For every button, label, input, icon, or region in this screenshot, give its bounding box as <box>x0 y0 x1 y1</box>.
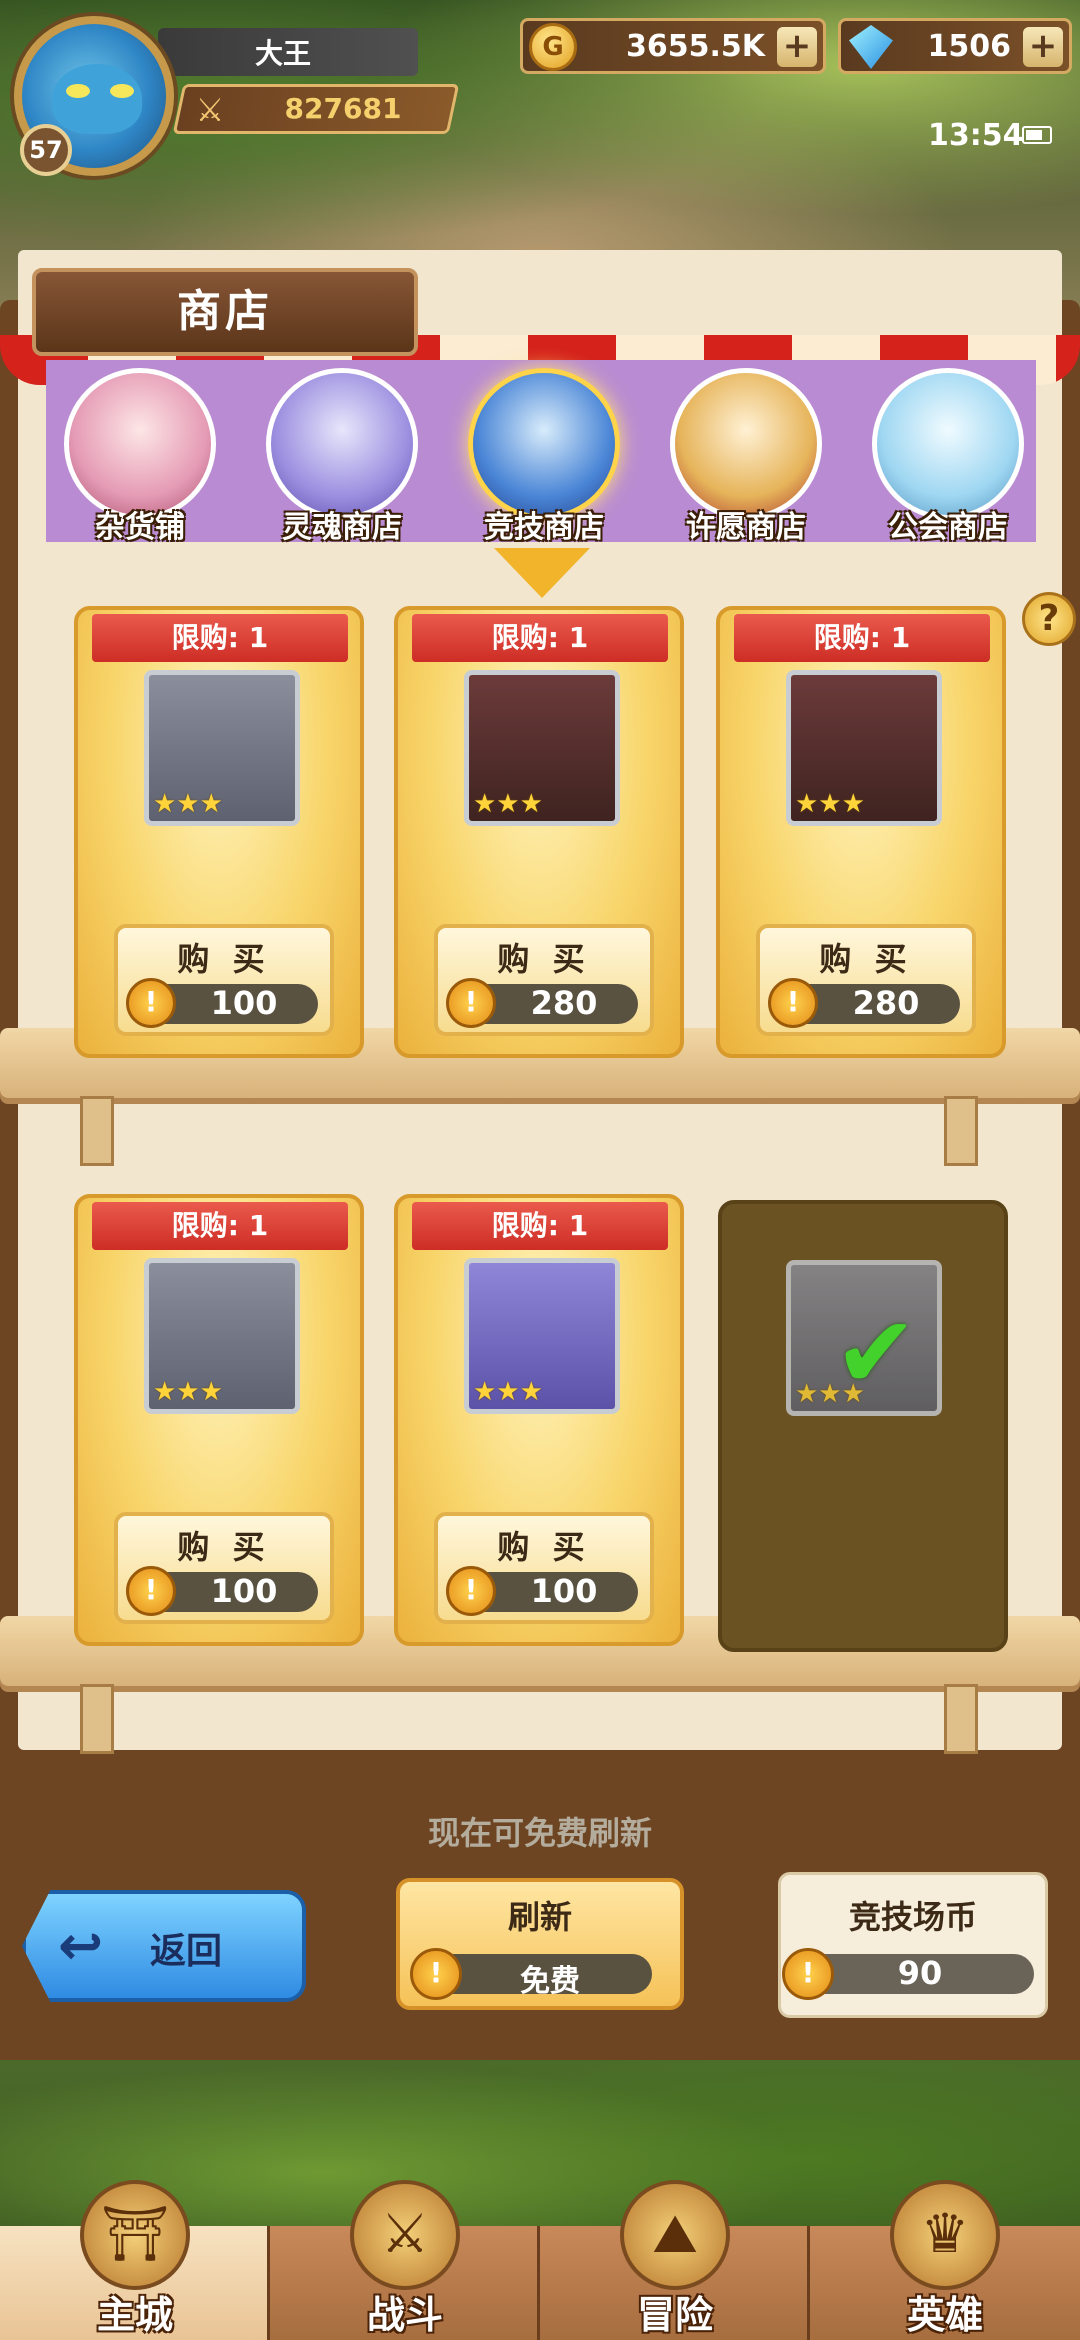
refresh-cost: 免费 <box>520 1964 580 1999</box>
arena-coin-icon: ! <box>126 978 176 1028</box>
tab-soul-shop[interactable]: 灵魂商店 <box>244 362 440 545</box>
crossed-swords-icon: ⚔ <box>195 91 225 129</box>
tab-guild-shop[interactable]: 公会商店 <box>850 362 1046 545</box>
tab-label: 杂货铺 <box>95 510 185 545</box>
arena-coin-icon: ! <box>768 978 818 1028</box>
nav-label: 英雄 <box>906 2293 983 2337</box>
battery-icon <box>1022 126 1052 144</box>
buy-button[interactable]: 购 买 ! 280 <box>756 924 976 1036</box>
back-arrow-icon: ↩ <box>58 1914 104 1977</box>
player-level-badge: 57 <box>20 124 72 176</box>
item-stars: ★★★ <box>153 789 223 819</box>
clock: 13:54 <box>928 118 1024 153</box>
tab-label: 灵魂商店 <box>282 510 402 545</box>
shop-item-card[interactable]: 限购: 1 ★★★ 购 买 ! 100 <box>74 606 364 1058</box>
crossed-swords-icon: ⚔ <box>350 2180 460 2290</box>
buy-button[interactable]: 购 买 ! 100 <box>114 1512 334 1624</box>
player-name: 大王 <box>254 37 311 70</box>
arena-currency-label: 竞技场币 <box>848 1898 977 1936</box>
tab-label: 公会商店 <box>888 510 1008 545</box>
tab-portrait <box>266 368 418 520</box>
item-price: 280 <box>852 984 920 1022</box>
purchase-limit: 限购: 1 <box>412 614 668 662</box>
shop-item-card[interactable]: 限购: 1 ★★★ 购 买 ! 100 <box>394 1194 684 1646</box>
item-price: 100 <box>210 1572 278 1610</box>
buy-button[interactable]: 购 买 ! 100 <box>114 924 334 1036</box>
purchase-limit: 限购: 1 <box>412 1202 668 1250</box>
purchase-limit: 限购: 1 <box>734 614 990 662</box>
tab-wish-shop[interactable]: 许愿商店 <box>648 362 844 545</box>
gauntlets-icon[interactable]: ★★★ <box>144 670 300 826</box>
shop-item-card-sold-out: ★★★ ✔ <box>718 1200 1008 1652</box>
back-button-label: 返回 <box>150 1931 223 1972</box>
shop-title: 商店 <box>32 268 418 356</box>
item-stars: ★★★ <box>473 789 543 819</box>
arena-coin-icon: ! <box>782 1948 834 2000</box>
purchase-limit: 限购: 1 <box>92 1202 348 1250</box>
refresh-button-label: 刷新 <box>507 1898 572 1936</box>
tab-portrait <box>670 368 822 520</box>
item-price: 100 <box>530 1572 598 1610</box>
item-stars: ★★★ <box>153 1377 223 1407</box>
tab-label: 许愿商店 <box>686 510 806 545</box>
hero-emblem-icon: ♛ <box>890 2180 1000 2290</box>
player-card[interactable]: 大王 ⚔ 827681 57 <box>8 6 460 176</box>
item-price: 100 <box>210 984 278 1022</box>
tab-general-store[interactable]: 杂货铺 <box>42 362 238 545</box>
item-stars: ★★★ <box>473 1377 543 1407</box>
gold-coin-icon: G <box>529 23 577 71</box>
nav-label: 战斗 <box>366 2293 443 2337</box>
purchased-check-icon: ✔ <box>834 1294 918 1411</box>
shop-item-card[interactable]: 限购: 1 ★★★ 购 买 ! 100 <box>74 1194 364 1646</box>
help-button[interactable]: ? <box>1022 592 1076 646</box>
tab-portrait <box>872 368 1024 520</box>
avatar-eye <box>66 84 90 98</box>
arena-currency-value: 90 <box>897 1954 943 1992</box>
buy-label: 购 买 <box>497 940 591 978</box>
add-gems-button[interactable]: + <box>1023 27 1063 67</box>
player-power: 827681 <box>284 92 402 125</box>
helmet-icon[interactable]: ★★★ <box>464 670 620 826</box>
gem-amount: 1506 <box>927 29 1012 64</box>
helmet-icon[interactable]: ★★★ <box>144 1258 300 1414</box>
map-scroll-icon: ⛰ <box>620 2180 730 2290</box>
shelf-bracket <box>80 1096 114 1166</box>
buy-label: 购 买 <box>819 940 913 978</box>
arena-coin-icon: ! <box>126 1566 176 1616</box>
shop-item-card[interactable]: 限购: 1 ★★★ 购 买 ! 280 <box>394 606 684 1058</box>
gem-icon <box>849 25 893 69</box>
shelf-bracket <box>944 1096 978 1166</box>
buy-button[interactable]: 购 买 ! 280 <box>434 924 654 1036</box>
arena-coin-icon: ! <box>446 978 496 1028</box>
gem-counter: 1506 + <box>838 18 1072 74</box>
buy-label: 购 买 <box>177 1528 271 1566</box>
arena-coin-icon: ! <box>410 1948 462 2000</box>
tab-arena-shop[interactable]: 竞技商店 <box>446 362 642 545</box>
shelf-bracket <box>944 1684 978 1754</box>
tab-portrait <box>468 368 620 520</box>
buy-label: 购 买 <box>497 1528 591 1566</box>
purchase-limit: 限购: 1 <box>92 614 348 662</box>
gloves-icon[interactable]: ★★★ <box>464 1258 620 1414</box>
arena-coin-icon: ! <box>446 1566 496 1616</box>
nav-label: 主城 <box>96 2293 173 2337</box>
avatar-eye <box>110 84 134 98</box>
gold-amount: 3655.5K <box>625 29 765 64</box>
ring-icon[interactable]: ★★★ <box>786 670 942 826</box>
buy-button[interactable]: 购 买 ! 100 <box>434 1512 654 1624</box>
tab-portrait <box>64 368 216 520</box>
gold-counter: G 3655.5K + <box>520 18 826 74</box>
item-stars: ★★★ <box>795 789 865 819</box>
buy-label: 购 买 <box>177 940 271 978</box>
shelf-bracket <box>80 1684 114 1754</box>
item-price: 280 <box>530 984 598 1022</box>
nav-label: 冒险 <box>636 2293 713 2337</box>
castle-icon: ⛩ <box>80 2180 190 2290</box>
avatar-face <box>52 64 142 134</box>
tab-label: 竞技商店 <box>484 510 604 545</box>
shop-item-card[interactable]: 限购: 1 ★★★ 购 买 ! 280 <box>716 606 1006 1058</box>
free-refresh-note: 现在可免费刷新 <box>427 1814 652 1852</box>
add-gold-button[interactable]: + <box>777 27 817 67</box>
